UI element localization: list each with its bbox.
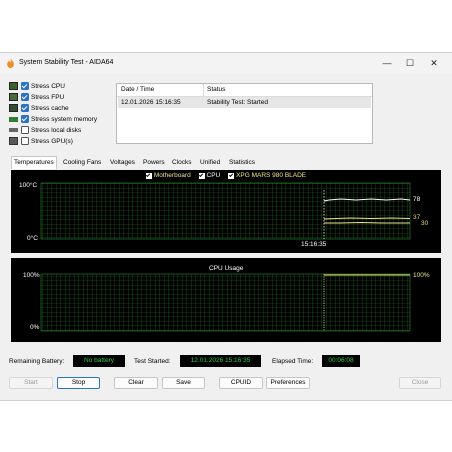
clear-button[interactable]: Clear: [114, 377, 158, 389]
cpu-y-max-label: 100%: [23, 272, 40, 279]
stress-memory-option[interactable]: Stress system memory: [9, 114, 97, 124]
temp-y-min-label: 0°C: [27, 235, 38, 242]
tab-statistics[interactable]: Statistics: [229, 157, 255, 168]
close-window-button[interactable]: ✕: [423, 56, 445, 70]
motherboard-temp-value: 37: [413, 214, 421, 221]
cpu-usage-title: CPU Usage: [209, 265, 244, 272]
cache-icon: [9, 104, 18, 112]
minimize-button[interactable]: —: [376, 56, 398, 70]
fpu-icon: [9, 93, 18, 101]
tab-powers[interactable]: Powers: [143, 157, 165, 168]
tab-temperatures[interactable]: Temperatures: [11, 156, 57, 169]
tab-unified[interactable]: Unified: [200, 157, 220, 168]
column-header-status[interactable]: Status: [207, 86, 225, 93]
stress-cpu-label: Stress CPU: [31, 82, 65, 90]
remaining-battery-label: Remaining Battery:: [9, 358, 65, 365]
cpuid-button[interactable]: CPUID: [219, 377, 263, 389]
temp-y-max-label: 100°C: [19, 182, 38, 189]
tab-clocks[interactable]: Clocks: [172, 157, 192, 168]
status-table-header: Date / Time Status: [117, 84, 372, 97]
legend-cpu[interactable]: CPU: [198, 172, 220, 179]
elapsed-time-value: 00:06:08: [322, 355, 360, 367]
aida64-window: System Stability Test - AIDA64 — ☐ ✕ Str…: [0, 52, 452, 401]
title-bar: System Stability Test - AIDA64 — ☐ ✕: [0, 53, 452, 73]
temp-x-time-label: 15:16:35: [301, 241, 327, 248]
row-datetime: 12.01.2026 15:16:35: [121, 99, 181, 106]
stress-gpu-option[interactable]: Stress GPU(s): [9, 136, 73, 146]
elapsed-time-label: Elapsed Time:: [272, 358, 314, 365]
stress-disks-label: Stress local disks: [31, 126, 82, 134]
stress-disks-option[interactable]: Stress local disks: [9, 125, 81, 135]
table-row[interactable]: 12.01.2026 15:16:35 Stability Test: Star…: [118, 97, 371, 108]
legend-motherboard[interactable]: Motherboard: [145, 172, 191, 179]
stress-memory-checkbox[interactable]: [21, 115, 29, 123]
tab-voltages[interactable]: Voltages: [110, 157, 135, 168]
column-header-datetime[interactable]: Date / Time: [121, 86, 154, 93]
cpu-usage-chart: CPU Usage 100% 0% 100%: [11, 258, 441, 342]
legend-xpg-ssd[interactable]: XPG MARS 980 BLADE: [228, 172, 306, 179]
gpu-icon: [9, 137, 18, 145]
test-started-value: 12.01.2026 15:16:35: [180, 355, 261, 367]
start-button[interactable]: Start: [9, 377, 53, 389]
cpu-icon: [9, 82, 18, 90]
stress-cpu-option[interactable]: Stress CPU: [9, 81, 65, 91]
stress-gpu-label: Stress GPU(s): [31, 137, 73, 145]
maximize-button[interactable]: ☐: [399, 56, 421, 70]
stress-cache-label: Stress cache: [31, 104, 69, 112]
close-button[interactable]: Close: [399, 377, 441, 389]
temperature-chart: Motherboard CPU XPG MARS 980 BLADE 100°C…: [11, 170, 441, 253]
cpu-usage-value: 100%: [413, 272, 430, 279]
tab-cooling-fans[interactable]: Cooling Fans: [63, 157, 101, 168]
stress-disks-checkbox[interactable]: [21, 126, 29, 134]
memory-icon: [9, 116, 18, 122]
row-status: Stability Test: Started: [207, 99, 268, 106]
stress-cache-checkbox[interactable]: [21, 104, 29, 112]
flame-icon: [7, 58, 14, 68]
stress-memory-label: Stress system memory: [31, 115, 98, 123]
stress-gpu-checkbox[interactable]: [21, 137, 29, 145]
cpu-y-min-label: 0%: [30, 324, 40, 331]
test-started-label: Test Started:: [134, 358, 171, 365]
remaining-battery-value: No battery: [73, 355, 125, 367]
stop-button[interactable]: Stop: [57, 377, 100, 389]
save-button[interactable]: Save: [162, 377, 205, 389]
preferences-button[interactable]: Preferences: [266, 377, 310, 389]
stress-cache-option[interactable]: Stress cache: [9, 103, 69, 113]
temperature-grid: [40, 182, 411, 240]
disk-icon: [9, 128, 18, 132]
ssd-temp-value: 30: [421, 220, 429, 227]
stress-fpu-option[interactable]: Stress FPU: [9, 92, 64, 102]
stress-cpu-checkbox[interactable]: [21, 82, 29, 90]
cpu-temp-value: 78: [413, 196, 421, 203]
stress-fpu-checkbox[interactable]: [21, 93, 29, 101]
temperature-legend: Motherboard CPU XPG MARS 980 BLADE: [11, 172, 441, 181]
window-title: System Stability Test - AIDA64: [19, 59, 114, 66]
status-log-table: Date / Time Status 12.01.2026 15:16:35 S…: [116, 83, 373, 144]
stress-fpu-label: Stress FPU: [31, 93, 65, 101]
